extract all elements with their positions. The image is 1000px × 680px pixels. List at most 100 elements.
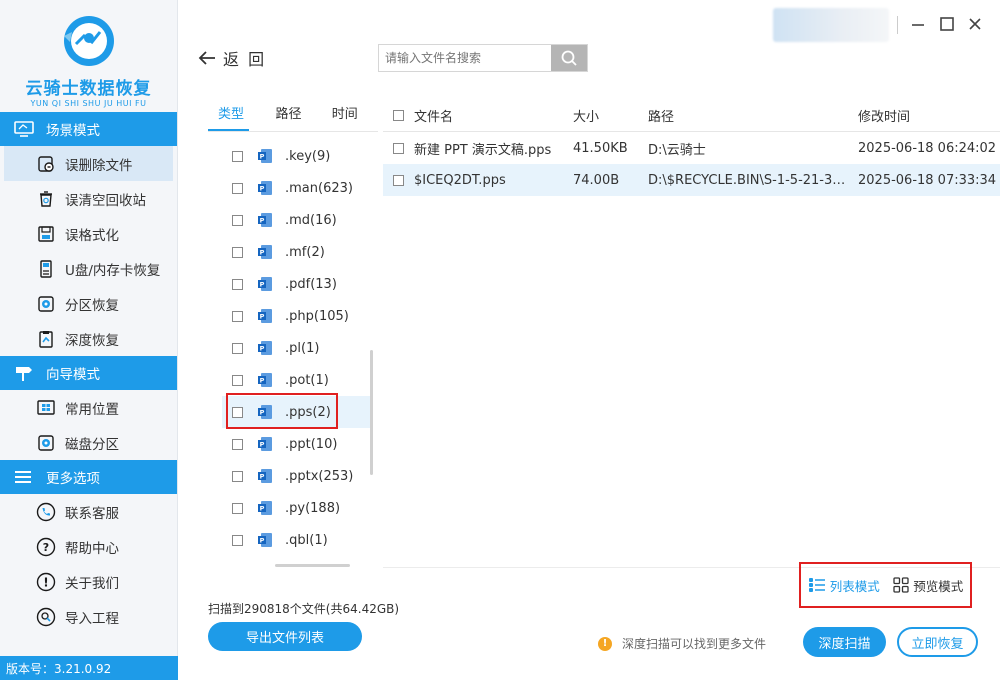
section-header-guide-mode: 向导模式 xyxy=(0,356,177,390)
search-icon xyxy=(561,50,577,66)
checkbox[interactable] xyxy=(232,438,243,450)
signpost-icon xyxy=(14,364,36,382)
svg-text:P: P xyxy=(260,441,265,449)
file-type-item[interactable]: P .php(105) xyxy=(222,300,370,332)
checkbox[interactable] xyxy=(232,342,243,354)
format-icon xyxy=(36,224,56,244)
preview-mode-button[interactable]: 预览模式 xyxy=(893,576,963,595)
checkbox[interactable] xyxy=(232,214,243,226)
sidebar-item-usb-card[interactable]: U盘/内存卡恢复 xyxy=(0,251,177,286)
sidebar-item-deep-recover[interactable]: 深度恢复 xyxy=(0,321,177,356)
svg-text:P: P xyxy=(260,377,265,385)
search-box xyxy=(378,44,588,72)
deep-recover-icon xyxy=(36,329,56,349)
file-name: $ICEQ2DT.pps xyxy=(414,172,506,188)
export-file-list-button[interactable]: 导出文件列表 xyxy=(208,622,362,651)
filter-tabs: 类型 路径 时间 xyxy=(208,100,378,132)
deep-scan-button[interactable]: 深度扫描 xyxy=(803,627,886,657)
close-button[interactable] xyxy=(965,14,985,34)
back-button[interactable]: 返 回 xyxy=(197,46,266,70)
svg-text:P: P xyxy=(260,473,265,481)
maximize-icon xyxy=(940,17,954,31)
column-header-size[interactable]: 大小 xyxy=(573,106,648,125)
svg-text:P: P xyxy=(260,249,265,257)
checkbox[interactable] xyxy=(232,374,243,386)
column-header-path[interactable]: 路径 xyxy=(648,106,858,125)
checkbox[interactable] xyxy=(232,182,243,194)
tab-type[interactable]: 类型 xyxy=(208,100,250,131)
file-type-item[interactable]: P .pl(1) xyxy=(222,332,370,364)
file-mtime: 2025-06-18 06:24:02 xyxy=(858,140,997,156)
selection-highlight-box xyxy=(226,393,338,429)
deep-scan-hint: ! 深度扫描可以找到更多文件 xyxy=(598,635,766,652)
arrow-left-icon xyxy=(198,51,215,65)
pps-file-icon: P xyxy=(258,213,272,227)
horizontal-scrollbar[interactable] xyxy=(275,564,350,567)
sidebar-item-recycle-bin[interactable]: 误清空回收站 xyxy=(0,181,177,216)
search-button[interactable] xyxy=(551,45,587,71)
file-type-item[interactable]: P .man(623) xyxy=(222,172,370,204)
pps-file-icon: P xyxy=(258,501,272,515)
file-type-item[interactable]: P .pot(1) xyxy=(222,364,370,396)
file-table: 文件名 大小 路径 修改时间 新建 PPT 演示文稿.pps 41.50KB D… xyxy=(383,100,1000,196)
file-type-item[interactable]: P .md(16) xyxy=(222,204,370,236)
checkbox[interactable] xyxy=(232,150,243,162)
file-type-item[interactable]: P .qbl(1) xyxy=(222,524,370,556)
sidebar-item-deleted-files[interactable]: 误删除文件 xyxy=(4,146,173,181)
sidebar-item-disk-partition[interactable]: 磁盘分区 xyxy=(0,425,177,460)
tab-path[interactable]: 路径 xyxy=(265,100,321,131)
table-row[interactable]: 新建 PPT 演示文稿.pps 41.50KB D:\云骑士 2025-06-1… xyxy=(383,132,1000,164)
titlebar-divider xyxy=(897,16,898,34)
sidebar-item-format[interactable]: 误格式化 xyxy=(0,216,177,251)
checkbox[interactable] xyxy=(393,142,404,154)
sidebar-item-common-locations[interactable]: 常用位置 xyxy=(0,390,177,425)
file-type-item[interactable]: P .pdf(13) xyxy=(222,268,370,300)
tab-time[interactable]: 时间 xyxy=(322,100,378,131)
file-path: D:\云骑士 xyxy=(648,142,706,158)
section-header-scene-mode: 场景模式 xyxy=(0,112,177,146)
svg-text:P: P xyxy=(260,345,265,353)
checkbox[interactable] xyxy=(232,534,243,546)
column-header-mtime[interactable]: 修改时间 xyxy=(858,106,998,125)
maximize-button[interactable] xyxy=(937,14,957,34)
checkbox[interactable] xyxy=(232,246,243,258)
windows-icon xyxy=(36,398,56,418)
file-name: 新建 PPT 演示文稿.pps xyxy=(414,142,552,158)
file-type-item[interactable]: P .pptx(253) xyxy=(222,460,370,492)
scan-summary: 扫描到290818个文件(共64.42GB) xyxy=(208,602,400,616)
file-type-item[interactable]: P .ppt(10) xyxy=(222,428,370,460)
file-type-item[interactable]: P .mf(2) xyxy=(222,236,370,268)
search-input[interactable] xyxy=(379,45,551,71)
checkbox[interactable] xyxy=(232,502,243,514)
sidebar-item-contact-support[interactable]: 联系客服 xyxy=(0,494,177,529)
file-path: D:\$RECYCLE.BIN\S-1-5-21-3764... xyxy=(648,172,858,188)
menu-icon xyxy=(14,468,36,486)
warning-icon: ! xyxy=(598,636,612,651)
list-icon xyxy=(808,578,825,592)
checkbox[interactable] xyxy=(232,470,243,482)
phone-icon xyxy=(36,502,56,522)
sidebar-item-about-us[interactable]: ! 关于我们 xyxy=(0,564,177,599)
minimize-button[interactable] xyxy=(908,14,928,34)
app-title: 云骑士数据恢复 xyxy=(25,79,152,99)
user-avatar[interactable] xyxy=(773,8,889,42)
section-header-more-options: 更多选项 xyxy=(0,460,177,494)
vertical-scrollbar[interactable] xyxy=(370,350,373,475)
recover-now-button[interactable]: 立即恢复 xyxy=(897,627,978,657)
file-type-item[interactable]: P .py(188) xyxy=(222,492,370,524)
sidebar-item-partition-recover[interactable]: 分区恢复 xyxy=(0,286,177,321)
help-icon: ? xyxy=(36,537,56,557)
checkbox[interactable] xyxy=(232,278,243,290)
checkbox[interactable] xyxy=(232,310,243,322)
select-all-checkbox[interactable] xyxy=(393,110,404,121)
checkbox[interactable] xyxy=(393,174,404,186)
sidebar-item-help-center[interactable]: ? 帮助中心 xyxy=(0,529,177,564)
sidebar-item-import-project[interactable]: 导入工程 xyxy=(0,599,177,634)
column-header-name[interactable]: 文件名 xyxy=(414,106,453,125)
list-mode-button[interactable]: 列表模式 xyxy=(808,576,880,595)
file-type-list: P .key(9) P .man(623) P .md(16) P .mf(2) P .p… xyxy=(222,140,370,565)
table-row-selected[interactable]: $ICEQ2DT.pps 74.00B D:\$RECYCLE.BIN\S-1-… xyxy=(383,164,1000,196)
svg-text:P: P xyxy=(260,505,265,513)
file-type-item[interactable]: P .key(9) xyxy=(222,140,370,172)
sidebar: 云骑士数据恢复 YUN QI SHI SHU JU HUI FU 场景模式 误删… xyxy=(0,0,178,680)
